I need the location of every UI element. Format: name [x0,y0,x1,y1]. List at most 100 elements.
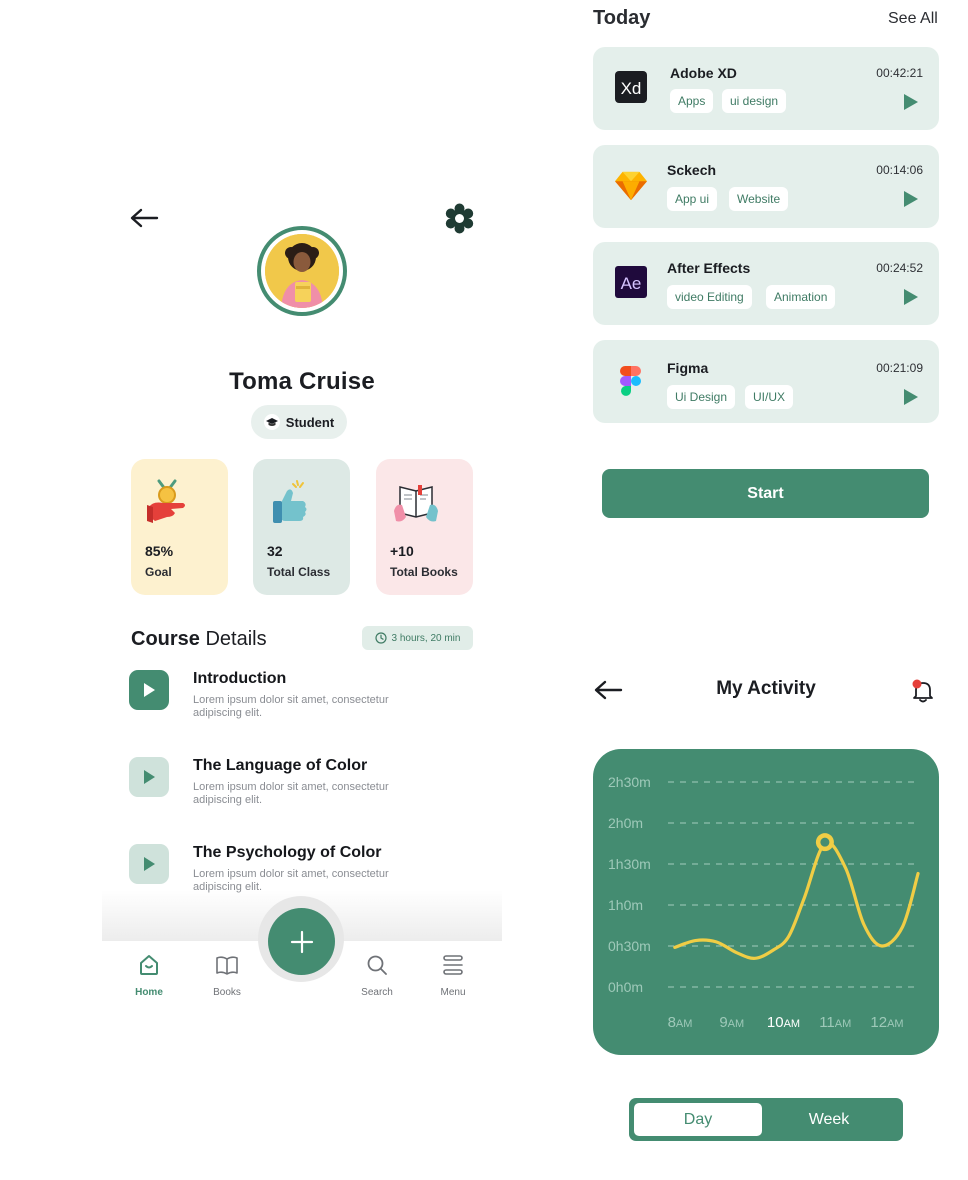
clock-icon [374,632,387,644]
play-icon[interactable] [903,93,919,111]
nav-home-label: Home [135,987,163,998]
stat-value: 32 [267,543,283,559]
nav-books-label: Books [213,987,241,998]
role-badge: Student [251,405,347,439]
y-tick-label: 2h0m [608,815,643,831]
toggle-week[interactable]: Week [763,1103,895,1136]
nav-books[interactable]: Books [197,953,257,998]
settings-button[interactable] [444,203,475,234]
medal-hand-icon [145,477,197,529]
role-label: Student [285,414,335,430]
activity-chart-svg: 0h0m 0h30m 1h0m 1h30m 2h0m 2h30m 8AM 9AM 10AM 11A… [608,774,920,1031]
play-icon[interactable] [903,190,919,208]
profile-photo [265,234,339,308]
stat-card-total-class[interactable]: 32 Total Class [253,459,350,595]
task-name: After Effects [667,260,751,276]
gear-icon [445,203,474,234]
activity-back-button[interactable] [593,679,623,706]
duration-text: 3 hours, 20 min [391,632,461,644]
start-button[interactable]: Start [602,469,929,518]
arrow-left-icon [594,680,623,700]
stat-value: 85% [145,543,174,559]
y-tick-label: 0h0m [608,979,643,995]
course-details-heading: Course Details [131,628,267,651]
nav-menu[interactable]: Menu [423,953,483,998]
play-icon[interactable] [903,388,919,406]
task-time: 00:14:06 [876,163,923,177]
lesson-description: Lorem ipsum dolor sit amet, consectetur … [193,781,389,806]
duration-badge: 3 hours, 20 min [362,626,473,650]
notification-button[interactable] [909,677,937,710]
task-time: 00:21:09 [876,361,923,375]
task-tag[interactable]: App ui [667,187,718,211]
add-button[interactable] [268,908,335,975]
stat-card-total-books[interactable]: +10 Total Books [376,459,473,595]
after-effects-logo: Ae [615,266,647,298]
highlight-marker-center [820,837,830,847]
home-icon [140,955,158,975]
svg-text:Ae: Ae [621,274,642,293]
task-time: 00:24:52 [876,261,923,275]
x-tick-label: 12AM [870,1014,903,1031]
task-tag[interactable]: Ui Design [667,385,736,409]
activity-title: My Activity [716,678,816,699]
task-time: 00:42:21 [876,66,923,80]
x-tick-label: 9AM [719,1014,744,1031]
stat-value: +10 [390,543,414,559]
day-week-toggle[interactable]: Day Week [629,1098,903,1141]
plus-icon [290,930,313,953]
task-tag[interactable]: UI/UX [745,385,794,409]
y-tick-label: 1h0m [608,897,643,913]
lesson-play-button[interactable] [129,757,169,797]
search-icon [367,955,387,975]
nav-search-label: Search [361,987,393,998]
adobe-xd-logo: Xd [615,71,647,103]
activity-chart: 0h0m 0h30m 1h0m 1h30m 2h0m 2h30m 8AM 9AM 10AM 11A… [593,749,939,1055]
nav-home[interactable]: Home [119,953,179,998]
menu-icon [443,955,463,975]
task-tag[interactable]: Animation [766,285,836,309]
course-title-bold: Course [131,628,200,650]
x-tick-label: 11AM [819,1014,851,1031]
activity-line [673,841,920,960]
task-tag[interactable]: Apps [670,89,714,113]
arrow-left-icon [130,208,159,228]
task-name: Adobe XD [670,65,737,81]
book-icon [216,956,238,975]
nav-search[interactable]: Search [347,953,407,998]
x-tick-label: 8AM [668,1014,693,1031]
task-tag[interactable]: video Editing [667,285,752,309]
today-heading: Today [593,7,651,29]
y-tick-label: 0h30m [608,938,651,954]
book-reading-icon [390,477,442,529]
stat-label: Total Books [390,565,458,579]
svg-text:Xd: Xd [621,79,642,98]
play-icon[interactable] [903,288,919,306]
course-title-rest: Details [199,628,267,650]
task-card[interactable]: Figma 00:21:09 Ui Design UI/UX [593,340,939,423]
play-icon [144,770,155,784]
lesson-play-button[interactable] [129,844,169,884]
see-all-link[interactable]: See All [888,10,938,28]
lesson-title: The Language of Color [193,757,368,774]
task-tag[interactable]: Website [729,187,789,211]
x-tick-label: 10AM [767,1014,800,1031]
bell-icon [912,679,933,703]
task-card[interactable]: Sckech 00:14:06 App ui Website [593,145,939,228]
stat-card-goal[interactable]: 85% Goal [131,459,228,595]
task-card[interactable]: Xd Adobe XD 00:42:21 Apps ui design [593,47,939,130]
stat-label: Goal [145,565,172,579]
y-tick-label: 1h30m [608,856,651,872]
task-card[interactable]: Ae After Effects 00:24:52 video Editing … [593,242,939,325]
back-button[interactable] [129,207,159,229]
toggle-day[interactable]: Day [634,1103,762,1136]
task-tag[interactable]: ui design [722,89,787,113]
lesson-item[interactable]: The Language of Color Lorem ipsum dolor … [129,757,459,829]
task-name: Figma [667,360,709,376]
play-icon [144,683,155,697]
thumbs-up-icon [267,477,319,529]
lesson-play-button[interactable] [129,670,169,710]
figma-logo [620,366,641,396]
avatar [257,226,347,316]
lesson-item[interactable]: Introduction Lorem ipsum dolor sit amet,… [129,670,459,742]
